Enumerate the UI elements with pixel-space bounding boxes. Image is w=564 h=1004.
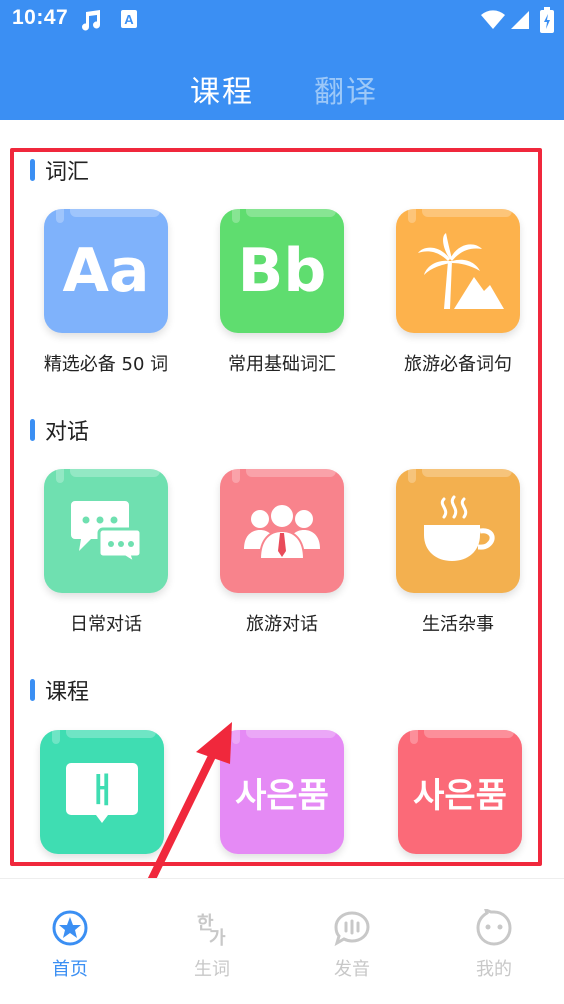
aa-icon: Aa [62, 236, 150, 306]
section-title-text: 课程 [45, 680, 90, 705]
wifi-icon [480, 10, 506, 34]
nav-label: 我的 [476, 959, 512, 980]
section-marker [30, 419, 35, 441]
tile-daily-dialogue[interactable] [44, 469, 168, 593]
chat-bubbles-icon [44, 469, 168, 593]
nav-pronunciation[interactable]: 发音 [312, 909, 392, 981]
nav-label: 生词 [194, 959, 230, 980]
section-title-vocabulary: 词汇 [30, 154, 89, 186]
cell-signal-icon [510, 10, 530, 34]
music-note-icon [80, 8, 102, 36]
tile-label[interactable]: 常用基础词汇 [202, 350, 362, 376]
people-group-icon [220, 469, 344, 593]
tab-translate[interactable]: 翻译 [314, 67, 378, 111]
section-marker [30, 679, 35, 701]
tile-travel-dialogue[interactable] [220, 469, 344, 593]
section-marker [30, 159, 35, 181]
tile-label[interactable]: 旅游对话 [202, 610, 362, 636]
tile-label[interactable]: 生活杂事 [378, 610, 538, 636]
tile-essential-50-words[interactable]: Aa [44, 209, 168, 333]
section-title-text: 对话 [45, 420, 90, 445]
battery-icon [540, 7, 554, 37]
status-bar: 10:47 A [0, 0, 564, 40]
tile-course-gift-1[interactable]: 사은품 [220, 730, 344, 854]
nav-label: 首页 [52, 959, 88, 980]
section-title-dialogue: 对话 [30, 414, 89, 446]
tile-course-korean-vowel[interactable]: ㅐ [40, 730, 164, 854]
tile-label[interactable]: 精选必备 50 词 [26, 350, 186, 376]
svg-text:가: 가 [209, 928, 226, 947]
nav-home[interactable]: 首页 [30, 909, 110, 981]
svg-text:A: A [124, 12, 134, 27]
tile-course-gift-2[interactable]: 사은품 [398, 730, 522, 854]
status-time: 10:47 [12, 6, 69, 29]
nav-label: 发音 [334, 959, 370, 980]
bottom-navigation: 首页 한 가 生词 发音 我的 [0, 878, 564, 1004]
course-content: 词汇 Aa 精选必备 50 词 Bb 常用基础词汇 旅游必备词句 对话 日常对话… [0, 120, 564, 880]
section-title-text: 词汇 [45, 160, 90, 185]
section-title-courses: 课程 [30, 674, 89, 706]
tile-life-matters[interactable] [396, 469, 520, 593]
korean-char-label: ㅐ [86, 770, 118, 811]
tile-travel-phrases[interactable] [396, 209, 520, 333]
header: 课程 翻译 [0, 40, 564, 120]
korean-text-icon: 사은품 [413, 775, 507, 816]
korean-word-icon: 한 가 [197, 913, 226, 949]
palm-mountain-icon [396, 209, 520, 333]
tile-label[interactable]: 旅游必备词句 [378, 350, 538, 376]
tile-basic-vocabulary[interactable]: Bb [220, 209, 344, 333]
tab-courses[interactable]: 课程 [190, 67, 254, 111]
smiley-face-icon [476, 907, 512, 946]
nav-profile[interactable]: 我的 [454, 907, 534, 981]
korean-text-icon: 사은품 [235, 775, 329, 816]
coffee-cup-icon [396, 469, 520, 593]
speech-bubble-icon [334, 911, 370, 947]
a-font-icon: A [120, 8, 138, 34]
tile-label[interactable]: 日常对话 [26, 610, 186, 636]
bb-icon: Bb [237, 236, 327, 306]
nav-vocabulary[interactable]: 한 가 生词 [172, 909, 252, 981]
star-circle-icon [52, 910, 88, 946]
